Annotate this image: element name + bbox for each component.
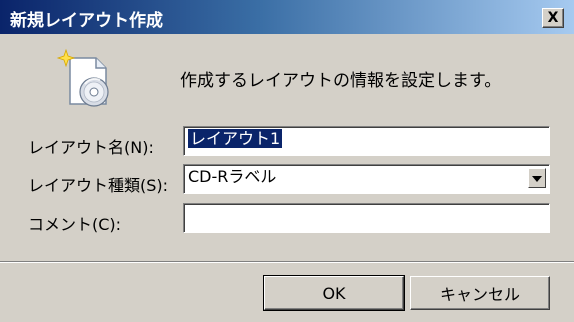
layout-name-input[interactable]: レイアウト1 bbox=[183, 126, 550, 156]
layout-name-value: レイアウト1 bbox=[188, 129, 283, 148]
divider bbox=[0, 261, 574, 263]
cancel-button[interactable]: キャンセル bbox=[410, 276, 550, 310]
chevron-down-icon[interactable] bbox=[528, 168, 546, 188]
close-button[interactable]: X bbox=[542, 8, 564, 28]
window-title: 新規レイアウト作成 bbox=[10, 11, 163, 31]
layout-name-label: レイアウト名(N): bbox=[28, 138, 154, 157]
ok-button[interactable]: OK bbox=[263, 275, 405, 311]
cancel-button-label: キャンセル bbox=[439, 285, 520, 304]
new-layout-dialog: 新規レイアウト作成 X 作成するレイアウトの情報を設定します。 レイアウト名(N… bbox=[0, 0, 574, 322]
layout-type-value: CD-Rラベル bbox=[188, 167, 277, 186]
close-icon: X bbox=[547, 10, 559, 26]
comment-label: コメント(C): bbox=[28, 215, 122, 234]
title-bar[interactable]: 新規レイアウト作成 X bbox=[0, 0, 574, 34]
ok-button-label: OK bbox=[322, 283, 346, 303]
layout-type-label: レイアウト種類(S): bbox=[28, 176, 169, 195]
new-document-disc-icon bbox=[56, 48, 118, 110]
layout-type-select[interactable]: CD-Rラベル bbox=[183, 164, 550, 194]
intro-text: 作成するレイアウトの情報を設定します。 bbox=[180, 71, 502, 91]
comment-input[interactable] bbox=[183, 203, 550, 233]
